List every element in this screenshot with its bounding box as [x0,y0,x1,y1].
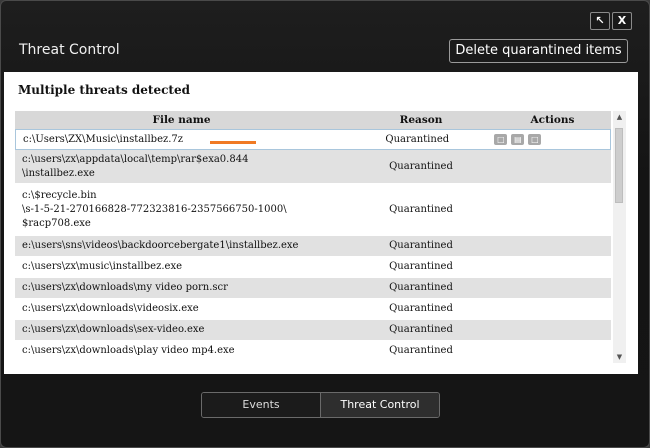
table-row[interactable]: c:\Users\ZX\Music\installbez.7z Quaranti… [15,129,611,150]
reason-cell: Quarantined [389,324,453,335]
file-path: c:\users\zx\downloads\sex-video.exe [22,324,205,335]
table-header: File name Reason Actions [15,111,611,129]
tab-threat-control[interactable]: Threat Control [320,393,439,417]
reason-cell: Quarantined [389,303,453,314]
reason-cell: Quarantined [389,203,453,215]
column-header-actions: Actions [530,114,575,126]
threat-control-window: ↖ X Threat Control Delete quarantined it… [0,0,650,448]
reason-cell: Quarantined [389,160,453,172]
table-row[interactable]: c:\$recycle.bin \s-1-5-21-270166828-7723… [15,183,611,236]
tab-events[interactable]: Events [202,393,320,417]
file-path: c:\$recycle.bin \s-1-5-21-270166828-7723… [22,189,287,229]
table-row[interactable]: c:\users\zx\downloads\my video porn.scr … [15,278,611,298]
reason-cell: Quarantined [389,282,453,293]
file-path: c:\Users\ZX\Music\installbez.7z [23,133,184,145]
table-row[interactable]: e:\users\sns\videos\backdoorcebergate1\i… [15,236,611,256]
column-header-reason[interactable]: Reason [348,111,494,129]
scrollbar-thumb[interactable] [615,128,623,203]
close-window-button[interactable]: X [612,12,632,30]
vertical-scrollbar[interactable]: ▲ ▼ [613,111,626,363]
file-path: c:\users\zx\downloads\play video mp4.exe [22,345,235,356]
threats-table: File name Reason Actions c:\Users\ZX\Mus… [15,111,611,362]
file-path: e:\users\sns\videos\backdoorcebergate1\i… [22,240,299,251]
table-row[interactable]: c:\users\zx\downloads\sex-video.exe Quar… [15,320,611,340]
reason-cell: Quarantined [385,133,450,145]
table-row[interactable]: c:\users\zx\music\installbez.exe Quarant… [15,256,611,278]
table-row[interactable]: c:\users\zx\downloads\play video mp4.exe… [15,340,611,362]
threats-panel: Multiple threats detected File name Reas… [4,72,638,374]
file-path: c:\users\zx\downloads\videosix.exe [22,303,199,314]
table-row[interactable]: c:\users\zx\downloads\videosix.exe Quara… [15,298,611,320]
delete-quarantined-button[interactable]: Delete quarantined items [449,39,628,63]
file-path: c:\users\zx\downloads\my video porn.scr [22,282,228,293]
row-actions: □ ▤ □ [489,134,610,145]
highlight-underline [210,141,256,144]
reason-cell: Quarantined [389,261,453,272]
restore-icon[interactable]: □ [494,134,508,145]
reason-cell: Quarantined [389,345,453,356]
file-path: c:\users\zx\music\installbez.exe [22,261,182,272]
scroll-down-icon[interactable]: ▼ [613,351,626,363]
scroll-up-icon[interactable]: ▲ [613,111,626,123]
reason-cell: Quarantined [389,240,453,251]
window-title: Threat Control [19,42,120,58]
bottom-tabs: Events Threat Control [201,392,440,418]
folder-icon[interactable]: □ [528,134,542,145]
panel-heading: Multiple threats detected [18,83,190,97]
delete-icon[interactable]: ▤ [511,134,525,145]
restore-window-icon[interactable]: ↖ [590,12,610,30]
file-path: c:\users\zx\appdata\local\temp\rar$exa0.… [22,153,249,179]
table-row[interactable]: c:\users\zx\appdata\local\temp\rar$exa0.… [15,150,611,183]
column-header-file[interactable]: File name [15,111,348,129]
